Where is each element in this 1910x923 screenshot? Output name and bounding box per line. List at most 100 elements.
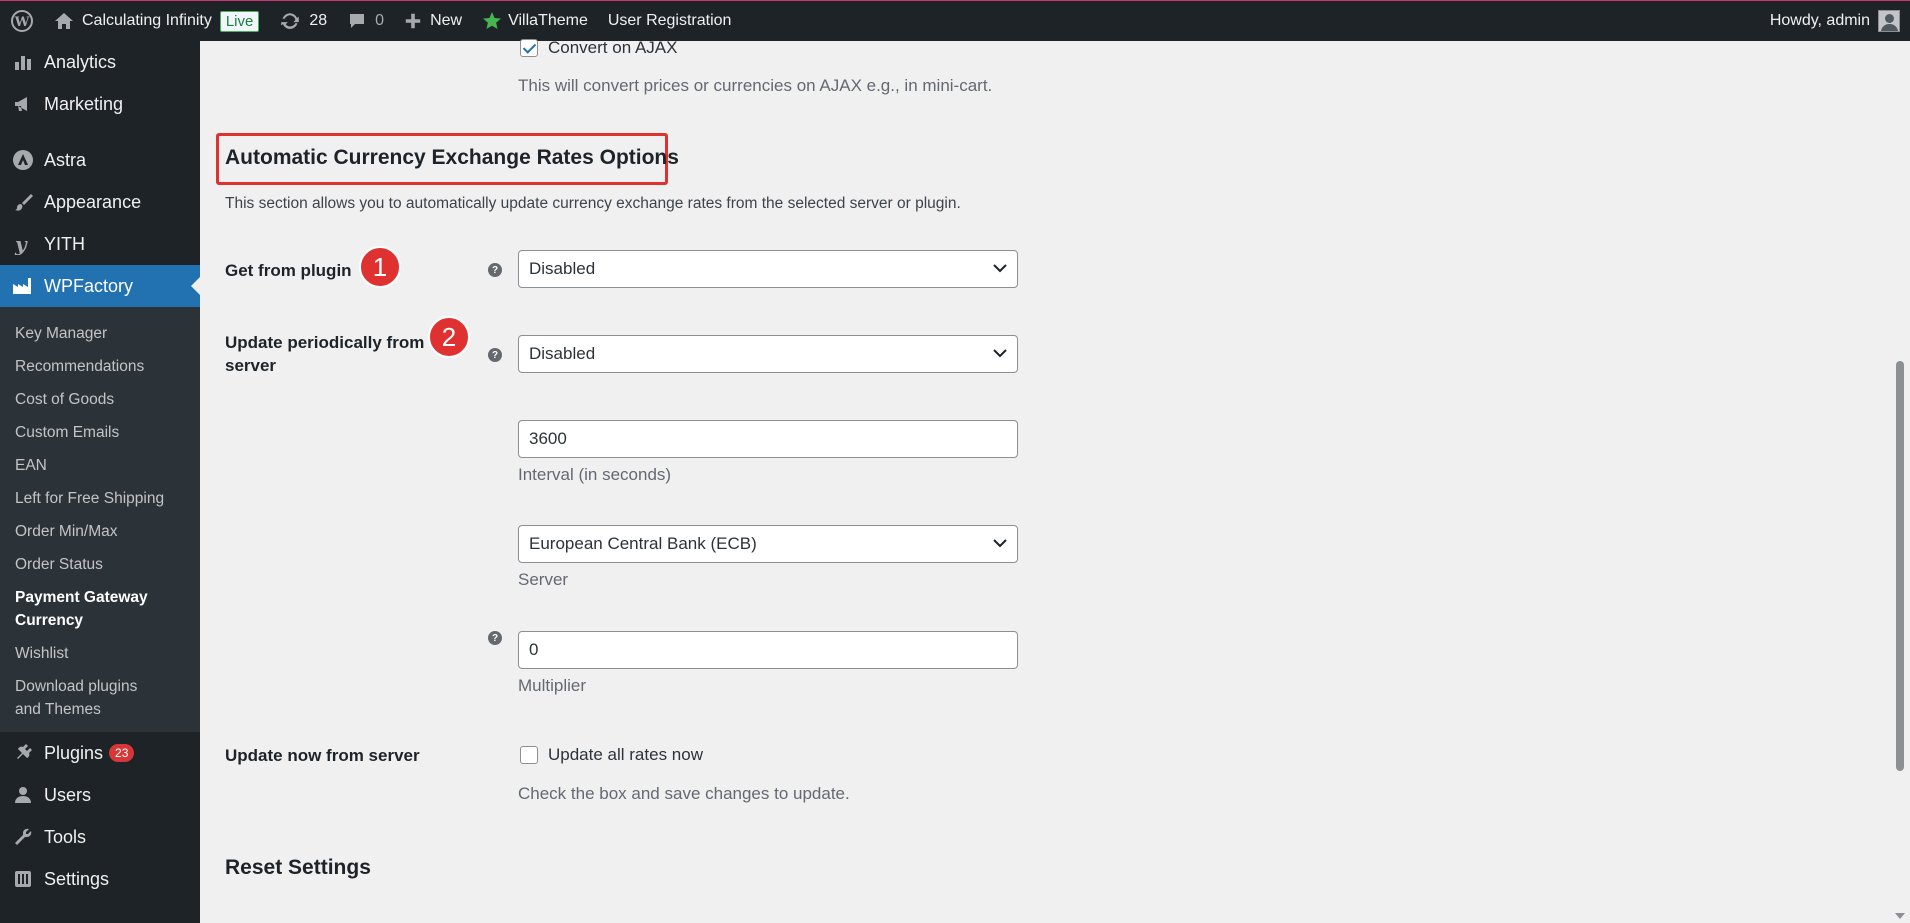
update-periodically-select[interactable]: Disabled: [518, 335, 1018, 373]
settings-icon: [12, 868, 34, 890]
comment-icon: [350, 14, 365, 28]
sidebar-item-label: Appearance: [44, 191, 142, 212]
sidebar-item-label: Tools: [44, 826, 87, 847]
submenu-item-order-status[interactable]: Order Status: [0, 548, 200, 581]
help-icon[interactable]: ?: [488, 348, 502, 362]
scroll-down-arrow-icon[interactable]: [1895, 913, 1905, 919]
sidebar-item-label: WPFactory: [44, 275, 134, 296]
update-now-label: Update now from server: [225, 746, 420, 765]
sidebar-item-label: Astra: [44, 149, 87, 170]
submenu-item-custom-emails[interactable]: Custom Emails: [0, 416, 200, 449]
section-desc: This section allows you to automatically…: [225, 195, 961, 212]
svg-text:W: W: [14, 15, 30, 30]
live-badge: Live: [219, 10, 260, 32]
sidebar-item-label: Marketing: [44, 93, 124, 114]
villatheme-link[interactable]: VillaTheme: [472, 1, 598, 42]
avatar: [1878, 10, 1900, 32]
site-name: Calculating Infinity: [82, 12, 212, 29]
sidebar-item-analytics[interactable]: Analytics: [0, 41, 200, 83]
astra-icon: [12, 149, 34, 171]
convert-ajax-desc: This will convert prices or currencies o…: [518, 76, 993, 95]
get-from-plugin-value: Disabled: [529, 259, 596, 278]
plus-icon: [405, 13, 421, 29]
server-value: European Central Bank (ECB): [529, 534, 757, 553]
convert-ajax-label: Convert on AJAX: [548, 38, 678, 57]
megaphone-icon: [12, 93, 34, 115]
updates-count: 28: [309, 12, 328, 29]
sidebar-item-astra[interactable]: Astra: [0, 139, 200, 181]
server-select[interactable]: European Central Bank (ECB): [518, 525, 1018, 563]
update-periodically-value: Disabled: [529, 344, 596, 363]
wrench-icon: [12, 826, 34, 848]
sidebar-item-wpfactory[interactable]: WPFactory: [0, 265, 200, 307]
interval-input[interactable]: 3600: [518, 420, 1018, 458]
site-name-link[interactable]: Calculating Infinity Live: [44, 1, 269, 42]
update-now-desc: Check the box and save changes to update…: [518, 784, 850, 803]
villatheme-label: VillaTheme: [508, 12, 588, 29]
svg-text:y: y: [14, 233, 28, 255]
plug-icon: [12, 742, 34, 764]
sidebar-item-marketing[interactable]: Marketing: [0, 83, 200, 125]
update-all-rates-label: Update all rates now: [548, 745, 703, 764]
sidebar-item-label: Plugins: [44, 742, 104, 763]
home-icon: [55, 13, 73, 29]
help-icon[interactable]: ?: [488, 631, 502, 645]
update-periodically-label: Update periodically from server: [225, 333, 425, 375]
plugins-update-badge: 23: [109, 744, 135, 762]
star-icon: [483, 12, 502, 29]
main-content: Convert on AJAX This will convert prices…: [200, 38, 1890, 923]
submenu-item-recommendations[interactable]: Recommendations: [0, 350, 200, 383]
interval-value: 3600: [529, 429, 567, 448]
sidebar-item-appearance[interactable]: Appearance: [0, 181, 200, 223]
admin-sidebar: Analytics Marketing Astra Appearance y Y…: [0, 41, 200, 923]
reset-settings-title: Reset Settings: [225, 856, 371, 879]
new-content-link[interactable]: New: [394, 1, 472, 42]
updates-link[interactable]: 28: [269, 1, 337, 42]
interval-desc: Interval (in seconds): [518, 465, 672, 484]
page-scrollbar[interactable]: [1890, 41, 1910, 923]
chevron-down-icon: [993, 264, 1007, 273]
submenu-item-order-min-max[interactable]: Order Min/Max: [0, 515, 200, 548]
user-registration-link[interactable]: User Registration: [598, 1, 742, 42]
yith-icon: y: [12, 233, 34, 255]
chevron-down-icon: [993, 349, 1007, 358]
my-account-link[interactable]: Howdy, admin: [1760, 1, 1910, 42]
convert-ajax-checkbox[interactable]: [520, 39, 538, 57]
get-from-plugin-select[interactable]: Disabled: [518, 250, 1018, 288]
new-label: New: [430, 12, 463, 29]
get-from-plugin-label: Get from plugin: [225, 261, 352, 280]
user-registration-label: User Registration: [607, 12, 732, 29]
sidebar-item-label: Users: [44, 784, 92, 805]
server-desc: Server: [518, 570, 569, 589]
submenu-item-key-manager[interactable]: Key Manager: [0, 317, 200, 350]
sidebar-item-yith[interactable]: y YITH: [0, 223, 200, 265]
refresh-icon: [281, 13, 300, 29]
multiplier-value: 0: [529, 640, 539, 659]
bar-chart-icon: [12, 51, 34, 73]
wordpress-logo-icon[interactable]: W: [0, 1, 44, 42]
submenu-item-wishlist[interactable]: Wishlist: [0, 637, 200, 670]
help-icon[interactable]: ?: [488, 263, 502, 277]
sidebar-item-label: YITH: [44, 233, 86, 254]
section-title: Automatic Currency Exchange Rates Option…: [225, 146, 679, 169]
submenu-item-cost-of-goods[interactable]: Cost of Goods: [0, 383, 200, 416]
chevron-down-icon: [993, 539, 1007, 548]
sidebar-item-plugins[interactable]: Plugins 23: [0, 732, 200, 774]
wpfactory-submenu: Key Manager Recommendations Cost of Good…: [0, 307, 200, 732]
scrollbar-thumb[interactable]: [1896, 361, 1904, 771]
comments-link[interactable]: 0: [337, 1, 394, 42]
submenu-item-left-for-free-shipping[interactable]: Left for Free Shipping: [0, 482, 200, 515]
sidebar-item-settings[interactable]: Settings: [0, 858, 200, 900]
update-all-rates-checkbox[interactable]: [520, 746, 538, 764]
submenu-item-ean[interactable]: EAN: [0, 449, 200, 482]
multiplier-desc: Multiplier: [518, 676, 587, 695]
multiplier-input[interactable]: 0: [518, 631, 1018, 669]
factory-icon: [12, 275, 34, 297]
sidebar-item-tools[interactable]: Tools: [0, 816, 200, 858]
submenu-item-download-plugins[interactable]: Download plugins and Themes: [0, 670, 180, 726]
user-icon: [12, 784, 34, 806]
admin-bar: W Calculating Infinity Live 28 0 New Vil…: [0, 0, 1910, 41]
sidebar-item-users[interactable]: Users: [0, 774, 200, 816]
submenu-item-payment-gateway-currency[interactable]: Payment Gateway Currency: [0, 581, 180, 637]
howdy-text: Howdy, admin: [1769, 12, 1870, 29]
